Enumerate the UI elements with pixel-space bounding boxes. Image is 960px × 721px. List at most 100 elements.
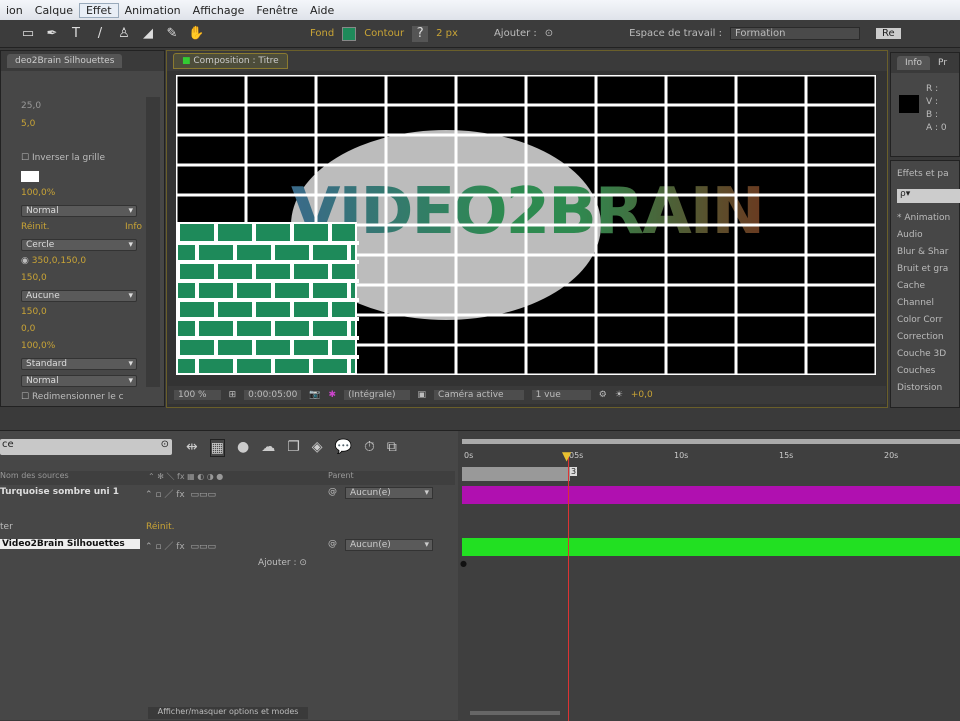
parent-select[interactable]: Aucun(e)	[345, 487, 433, 499]
clone-tool-icon[interactable]: ♙	[116, 26, 132, 42]
effect-category[interactable]: Bruit et gra	[897, 264, 948, 274]
menu-effet[interactable]: Effet	[78, 2, 119, 18]
pen-tool-icon[interactable]: ✒	[44, 26, 60, 42]
menu-affichage[interactable]: Affichage	[187, 4, 251, 17]
stroke-swatch-icon[interactable]: ?	[412, 25, 429, 42]
menu-file[interactable]: ion	[0, 4, 29, 17]
point-value[interactable]: 350,0,150,0	[32, 256, 86, 266]
snapshot-icon[interactable]: 📷	[309, 390, 320, 400]
mode-select[interactable]: Standard	[21, 358, 137, 370]
search-help-input[interactable]: Re	[875, 28, 901, 39]
preview-tab[interactable]: Pr	[930, 56, 956, 70]
value[interactable]: 150,0	[21, 273, 47, 283]
work-area-bar[interactable]	[462, 467, 570, 481]
effect-category[interactable]: Channel	[897, 298, 934, 308]
value[interactable]: 25,0	[21, 101, 41, 111]
effect-category[interactable]: * Animation	[897, 213, 950, 223]
frame-blending-icon[interactable]: ☁	[261, 439, 275, 457]
channel-icon[interactable]: ✱	[329, 390, 337, 400]
color-swatch[interactable]	[21, 171, 39, 182]
value[interactable]: 150,0	[21, 307, 47, 317]
fill-label[interactable]: Fond	[310, 28, 334, 39]
resolution-select[interactable]: (Intégrale)	[344, 390, 410, 400]
keyframe-icon[interactable]: ⧉	[387, 439, 397, 457]
views-select[interactable]: 1 vue	[531, 390, 591, 400]
info-tab[interactable]: Info	[897, 56, 931, 70]
text-tool-icon[interactable]: T	[68, 26, 84, 42]
feather-select[interactable]: Aucune	[21, 290, 137, 302]
shape-select[interactable]: Cercle	[21, 239, 137, 251]
value[interactable]: 0,0	[21, 324, 35, 334]
add-icon[interactable]: ⊙	[545, 28, 553, 39]
puppet-tool-icon[interactable]: ✋	[188, 26, 204, 42]
effect-category[interactable]: Color Corr	[897, 315, 942, 325]
effects-search-input[interactable]: ρ▾	[897, 189, 960, 203]
mode-select[interactable]: Normal	[21, 375, 137, 387]
reset-link[interactable]: Réinit.	[146, 522, 174, 532]
workspace-select[interactable]: Formation	[729, 27, 860, 40]
value[interactable]: 5,0	[21, 119, 35, 129]
layer-row[interactable]: Video2Brain Silhouettes ⌃ ▫ ／ fx ▭▭▭ @ A…	[0, 539, 455, 555]
resize-checkbox[interactable]: ☐ Redimensionner le c	[21, 392, 124, 402]
parent-select[interactable]: Aucun(e)	[345, 539, 433, 551]
menu-calque[interactable]: Calque	[29, 4, 79, 17]
time-navigator[interactable]	[462, 439, 960, 444]
composition-viewer[interactable]: VIDEO2BRAIN	[176, 75, 876, 375]
opacity-value[interactable]: 100,0%	[21, 188, 55, 198]
opacity-value[interactable]: 100,0%	[21, 341, 55, 351]
timer-icon[interactable]: ⏱	[364, 439, 375, 457]
effect-category[interactable]: Blur & Shar	[897, 247, 948, 257]
exposure-icon[interactable]: ☀	[615, 390, 623, 400]
timeline-search-input[interactable]: ce ⊙	[0, 439, 172, 455]
source-name-header[interactable]: Nom des sources	[0, 471, 69, 480]
point-control[interactable]: ◉ 350,0,150,0	[21, 256, 86, 266]
exposure-value[interactable]: +0,0	[631, 390, 653, 400]
brush-tool-icon[interactable]: /	[92, 26, 108, 42]
invert-grid-checkbox[interactable]: ☐ Inverser la grille	[21, 153, 105, 163]
layer-bar-turquoise[interactable]	[462, 486, 960, 504]
shy-icon[interactable]: ●	[237, 439, 249, 457]
rectangle-tool-icon[interactable]: ▭	[20, 26, 36, 42]
effect-category[interactable]: Couche 3D	[897, 349, 946, 359]
info-link[interactable]: Info	[125, 222, 142, 232]
effect-controls-tab[interactable]: deo2Brain Silhouettes	[7, 54, 123, 68]
layer-name-input[interactable]: Video2Brain Silhouettes	[0, 539, 140, 549]
camera-select[interactable]: Caméra active	[434, 390, 524, 400]
effect-category[interactable]: Distorsion	[897, 383, 942, 393]
timecode[interactable]: 0:00:05:00	[244, 390, 302, 400]
brainstorm-icon[interactable]: ◈	[312, 439, 323, 457]
current-time-indicator[interactable]	[568, 453, 569, 721]
effect-category[interactable]: Couches	[897, 366, 935, 376]
fill-swatch[interactable]	[342, 26, 357, 41]
motion-blur-icon[interactable]: ❐	[287, 439, 300, 457]
layer-switches[interactable]: ⌃ ▫ ／ fx ▭▭▭	[145, 539, 216, 552]
composition-tab[interactable]: ■ Composition : Titre	[173, 53, 288, 69]
composition-mini-flowchart-icon[interactable]: ⇹	[186, 439, 198, 457]
layer-bar-silhouettes[interactable]	[462, 538, 960, 556]
parent-header[interactable]: Parent	[328, 471, 354, 480]
stroke-width[interactable]: 2 px	[436, 28, 458, 39]
flowchart-icon[interactable]: ⚙	[599, 390, 607, 400]
zoom-slider[interactable]	[470, 711, 560, 715]
playhead-icon[interactable]: ▼	[562, 449, 571, 463]
eraser-tool-icon[interactable]: ◢	[140, 26, 156, 42]
add-property[interactable]: Ajouter : ⊙	[258, 558, 307, 568]
menu-aide[interactable]: Aide	[304, 4, 340, 17]
layer-switches[interactable]: ⌃ ▫ ／ fx ▭▭▭	[145, 487, 216, 500]
keyframe-icon[interactable]: ●	[460, 559, 467, 568]
layer-row[interactable]: Turquoise sombre uni 1 ⌃ ▫ ／ fx ▭▭▭ @ Au…	[0, 487, 455, 503]
menu-animation[interactable]: Animation	[119, 4, 187, 17]
reset-link[interactable]: Réinit.	[21, 222, 49, 232]
stroke-label[interactable]: Contour	[364, 28, 404, 39]
toggle-switches-modes-button[interactable]: Afficher/masquer options et modes	[148, 707, 308, 719]
menu-fenetre[interactable]: Fenêtre	[250, 4, 304, 17]
pickwhip-icon[interactable]: @	[328, 487, 337, 497]
effect-category[interactable]: Correction	[897, 332, 944, 342]
draft-3d-icon[interactable]: ▦	[209, 439, 225, 457]
grid-icon[interactable]: ⊞	[229, 390, 237, 400]
magnification-select[interactable]: 100 %	[174, 390, 221, 400]
pickwhip-icon[interactable]: @	[328, 539, 337, 549]
scrollbar[interactable]	[146, 97, 160, 387]
graph-editor-icon[interactable]: 💬	[335, 439, 352, 457]
layer-name[interactable]: Turquoise sombre uni 1	[0, 487, 119, 497]
